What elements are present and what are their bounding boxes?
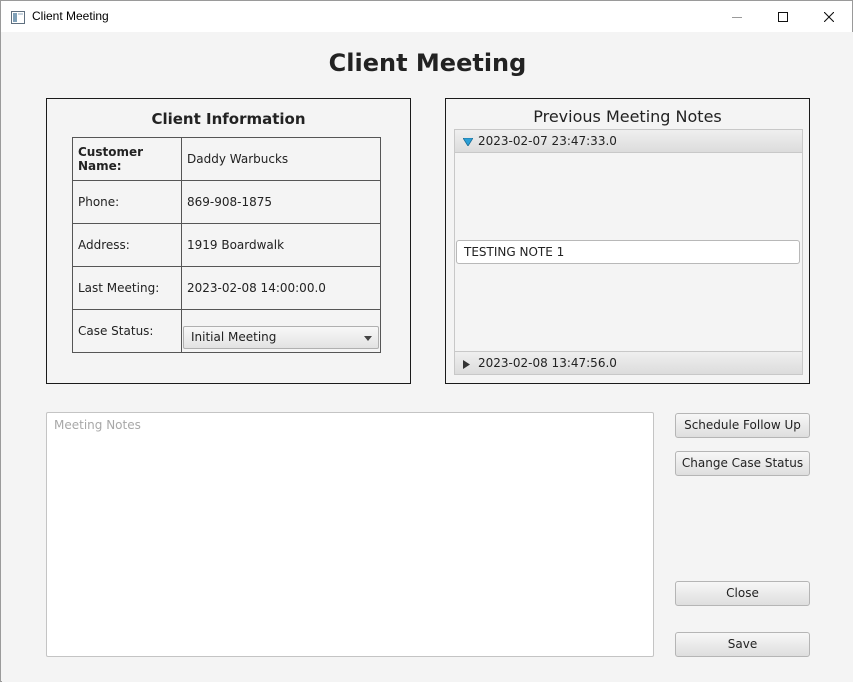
table-row: Customer Name: Daddy Warbucks bbox=[72, 137, 381, 181]
main-content: Client Meeting Client Information Custom… bbox=[2, 32, 853, 682]
client-info-table: Customer Name: Daddy Warbucks Phone: 869… bbox=[72, 137, 381, 353]
customer-name-value: Daddy Warbucks bbox=[181, 137, 381, 181]
last-meeting-value: 2023-02-08 14:00:00.0 bbox=[181, 266, 381, 310]
meeting-notes-textarea[interactable]: Meeting Notes bbox=[46, 412, 654, 657]
maximize-icon bbox=[778, 11, 788, 22]
minimize-icon bbox=[732, 16, 742, 18]
address-value: 1919 Boardwalk bbox=[181, 223, 381, 267]
window-title: Client Meeting bbox=[32, 9, 109, 23]
title-bar[interactable]: Client Meeting bbox=[1, 1, 852, 32]
accordion-date-2: 2023-02-08 13:47:56.0 bbox=[478, 356, 617, 370]
table-row: Address: 1919 Boardwalk bbox=[72, 223, 381, 267]
expanded-triangle-icon bbox=[463, 138, 473, 146]
last-meeting-label: Last Meeting: bbox=[72, 266, 182, 310]
page-title: Client Meeting bbox=[328, 49, 527, 77]
meeting-notes-placeholder: Meeting Notes bbox=[54, 418, 141, 432]
app-icon bbox=[11, 9, 25, 24]
close-icon bbox=[824, 11, 834, 22]
collapsed-triangle-icon bbox=[463, 360, 470, 369]
accordion-date-1: 2023-02-07 23:47:33.0 bbox=[478, 134, 617, 148]
customer-name-label: Customer Name: bbox=[72, 137, 182, 181]
previous-meeting-notes-title: Previous Meeting Notes bbox=[533, 107, 722, 126]
meeting-notes-accordion: 2023-02-07 23:47:33.0 TESTING NOTE 1 202… bbox=[454, 129, 803, 375]
case-status-label: Case Status: bbox=[72, 309, 182, 353]
table-row: Phone: 869-908-1875 bbox=[72, 180, 381, 224]
previous-meeting-notes-panel: Previous Meeting Notes 2023-02-07 23:47:… bbox=[445, 98, 810, 384]
previous-note-field[interactable]: TESTING NOTE 1 bbox=[456, 240, 800, 264]
client-information-title: Client Information bbox=[151, 110, 306, 128]
phone-label: Phone: bbox=[72, 180, 182, 224]
client-meeting-window: Client Meeting Client Meeting Client Inf… bbox=[0, 0, 853, 682]
accordion-header-collapsed[interactable]: 2023-02-08 13:47:56.0 bbox=[455, 351, 802, 374]
minimize-button[interactable] bbox=[714, 1, 760, 32]
schedule-follow-up-button[interactable]: Schedule Follow Up bbox=[675, 413, 810, 438]
address-label: Address: bbox=[72, 223, 182, 267]
close-window-button[interactable] bbox=[806, 1, 852, 32]
table-row: Last Meeting: 2023-02-08 14:00:00.0 bbox=[72, 266, 381, 310]
close-button[interactable]: Close bbox=[675, 581, 810, 606]
phone-value: 869-908-1875 bbox=[181, 180, 381, 224]
change-case-status-button[interactable]: Change Case Status bbox=[675, 451, 810, 476]
case-status-dropdown[interactable]: Initial Meeting bbox=[183, 326, 379, 349]
client-information-panel: Client Information Customer Name: Daddy … bbox=[46, 98, 411, 384]
accordion-header-expanded[interactable]: 2023-02-07 23:47:33.0 bbox=[455, 130, 802, 153]
save-button[interactable]: Save bbox=[675, 632, 810, 657]
maximize-button[interactable] bbox=[760, 1, 806, 32]
case-status-selected: Initial Meeting bbox=[191, 330, 277, 344]
chevron-down-icon bbox=[364, 336, 372, 341]
